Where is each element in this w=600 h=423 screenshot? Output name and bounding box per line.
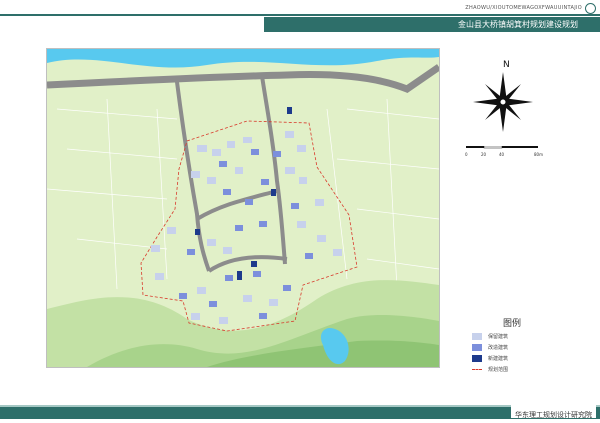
footer-band: [0, 407, 600, 419]
compass-rose-icon: [473, 72, 533, 132]
header-rule: [0, 14, 600, 16]
footer-text: 华东理工规划设计研究院: [515, 411, 592, 419]
legend-label-renovated: 改造建筑: [488, 345, 509, 351]
scale-label-0: 0: [465, 152, 468, 157]
legend-item-existing: 保留建筑: [472, 332, 552, 341]
legend-item-renovated: 改造建筑: [472, 343, 552, 352]
legend-label-existing: 保留建筑: [488, 334, 509, 340]
scale-label-80: 80m: [534, 152, 543, 157]
map-frame[interactable]: [46, 48, 440, 368]
legend-label-new: 新建建筑: [488, 356, 509, 362]
title-band: 金山县大桥镇胡箕村规划建设规划: [264, 17, 600, 32]
village-map[interactable]: [47, 49, 439, 367]
scale-label-40: 40: [499, 152, 505, 157]
legend: 图例 保留建筑 改造建筑 新建建筑 规划范围: [472, 316, 552, 376]
legend-title: 图例: [502, 319, 521, 329]
legend-swatch-new: [472, 355, 482, 362]
scale-label-20: 20: [481, 152, 487, 157]
legend-label-boundary: 规划范围: [488, 367, 509, 373]
footer-box: 华东理工规划设计研究院: [511, 402, 596, 419]
legend-item-boundary: 规划范围: [472, 365, 552, 374]
legend-item-new: 新建建筑: [472, 354, 552, 363]
logo-icon: [585, 3, 596, 14]
legend-swatch-boundary: [472, 369, 482, 370]
page-title: 金山县大桥镇胡箕村规划建设规划: [458, 20, 578, 29]
scale-bar: 0 20 40 80m: [465, 146, 543, 160]
header-caption: ZHAOWU/XIOUTOMEWAGOXFWAUUINTAJIO: [465, 5, 582, 11]
legend-swatch-renovated: [472, 344, 482, 351]
legend-swatch-existing: [472, 333, 482, 340]
